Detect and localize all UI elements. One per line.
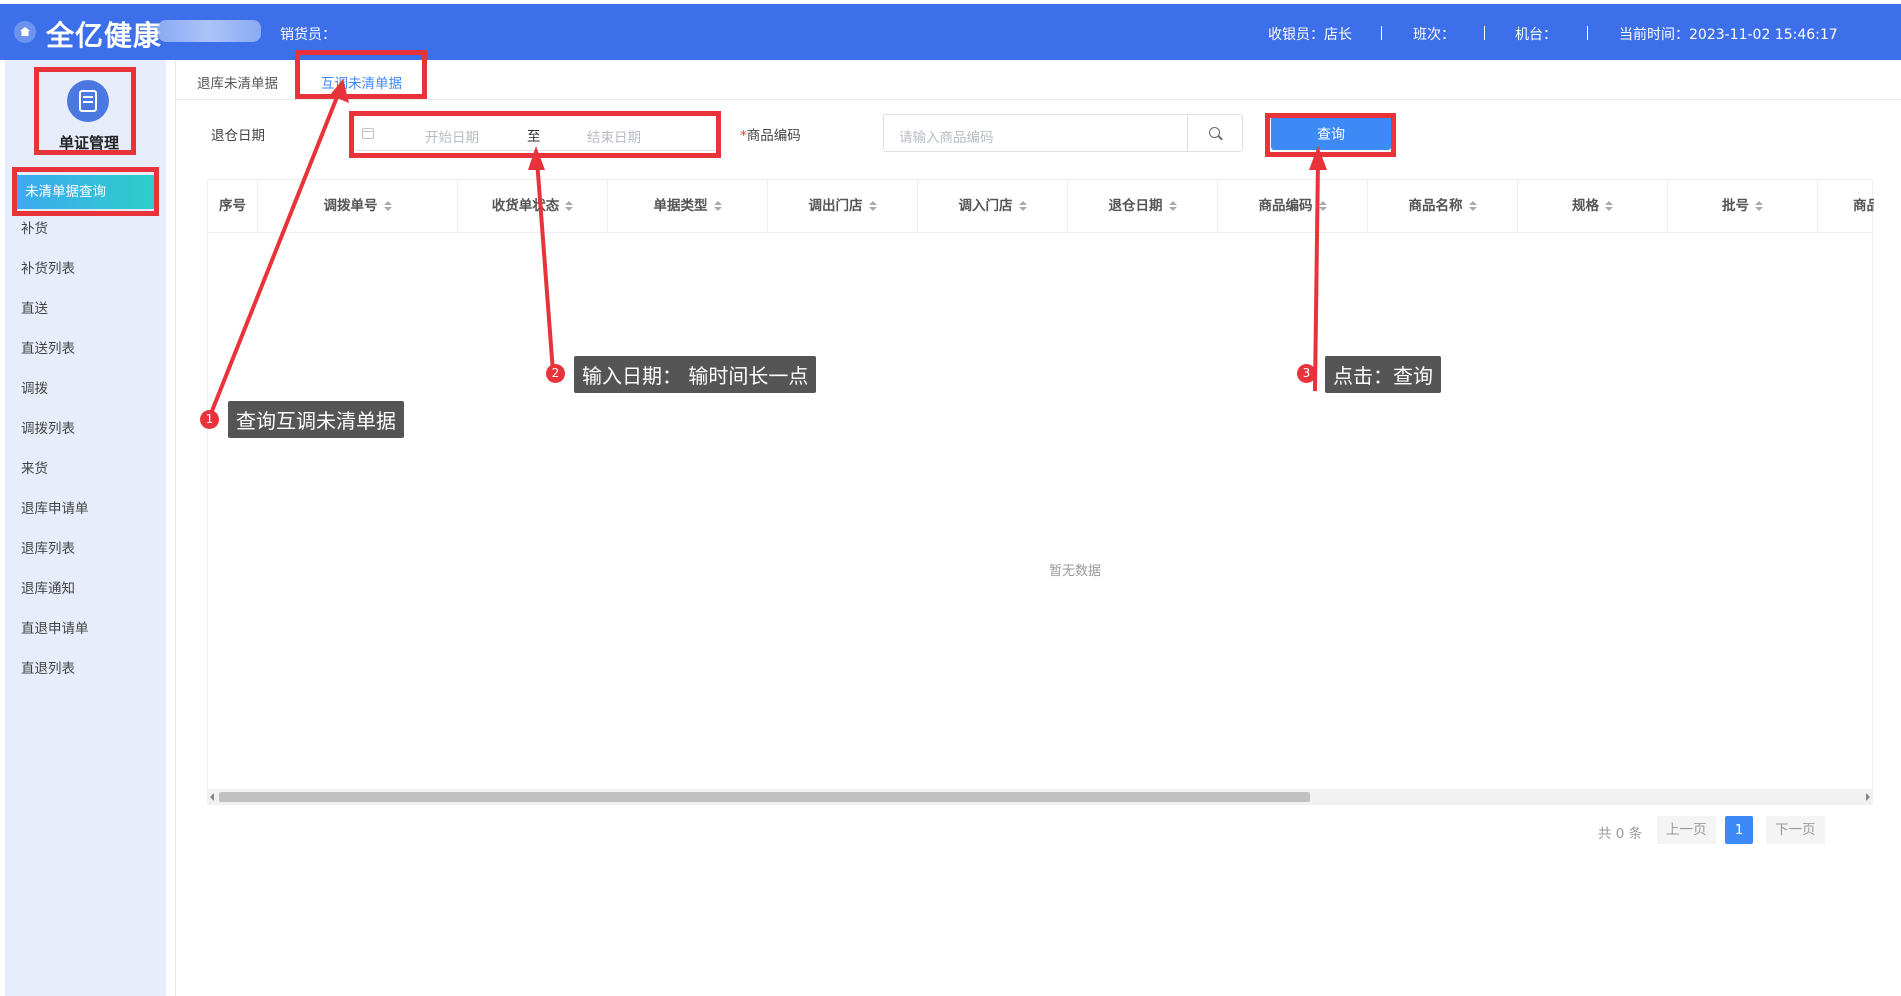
- sidebar-item-transfer[interactable]: 调拨: [5, 369, 166, 409]
- sidebar-item-return-list[interactable]: 退库列表: [5, 529, 166, 569]
- next-page-button[interactable]: 下一页: [1766, 816, 1825, 844]
- sidebar-item-incoming[interactable]: 来货: [5, 449, 166, 489]
- sort-icon[interactable]: [1168, 201, 1177, 211]
- terminal-label: 机台：: [1515, 27, 1557, 43]
- top-bar: 全亿健康 销货员： 收银员：店长 班次： 机台： 当前时间：2023-11-02…: [0, 4, 1901, 60]
- sort-icon[interactable]: [1605, 201, 1613, 211]
- scroll-thumb[interactable]: [219, 792, 1310, 802]
- sort-icon[interactable]: [713, 201, 722, 211]
- scroll-right-icon[interactable]: [1866, 793, 1870, 801]
- sort-icon[interactable]: [383, 201, 392, 211]
- sidebar-item-transfer-list[interactable]: 调拨列表: [5, 409, 166, 449]
- sidebar-menu: 未清单据查询 补货 补货列表 直送 直送列表 调拨 调拨列表 来货 退库申请单 …: [5, 172, 166, 689]
- column-header: 序号: [208, 180, 258, 232]
- step-callout: 查询互调未清单据: [228, 401, 404, 438]
- column-header[interactable]: 商品名称: [1368, 180, 1518, 232]
- divider: [1484, 26, 1485, 40]
- table-header: 序号 调拨单号 收货单状态 单据类型 调出门店 调入门店 退仓日期 商品编码 商…: [208, 180, 1874, 233]
- sidebar-item-direct-delivery-list[interactable]: 直送列表: [5, 329, 166, 369]
- horizontal-scrollbar[interactable]: [207, 789, 1873, 805]
- column-header[interactable]: 调入门店: [918, 180, 1068, 232]
- highlight-box: [349, 111, 721, 158]
- cashier-label: 收银员：店长: [1268, 27, 1352, 43]
- current-time: 当前时间：2023-11-02 15:46:17: [1619, 27, 1838, 43]
- step-badge: 2: [546, 364, 565, 383]
- salesperson-label: 销货员：: [280, 27, 336, 43]
- sort-icon[interactable]: [1018, 201, 1027, 211]
- scroll-left-icon[interactable]: [210, 793, 214, 801]
- empty-text: 暂无数据: [1048, 564, 1101, 579]
- column-header[interactable]: 调拨单号: [258, 180, 458, 232]
- blurred-store-name: [158, 20, 261, 42]
- sort-icon[interactable]: [1468, 201, 1477, 211]
- highlight-box: [295, 50, 427, 99]
- highlight-box: [12, 167, 159, 216]
- column-header[interactable]: 批号: [1668, 180, 1818, 232]
- product-code-label: *商品编码: [740, 124, 801, 144]
- step-badge: 3: [1297, 364, 1316, 383]
- column-header[interactable]: 商品编码: [1218, 180, 1368, 232]
- column-header[interactable]: 退仓日期: [1068, 180, 1218, 232]
- product-code-label-text: 商品编码: [746, 128, 801, 144]
- product-code-input[interactable]: 请输入商品编码: [883, 114, 1188, 152]
- column-header[interactable]: 商品: [1818, 180, 1874, 232]
- sidebar-item-replenish-list[interactable]: 补货列表: [5, 249, 166, 289]
- tab-return-unsettled[interactable]: 退库未清单据: [197, 72, 278, 92]
- home-icon[interactable]: [14, 21, 36, 43]
- step-callout: 点击：查询: [1325, 356, 1441, 393]
- product-code-placeholder: 请输入商品编码: [899, 130, 994, 146]
- sidebar-item-return-request[interactable]: 退库申请单: [5, 489, 166, 529]
- highlight-box: [1265, 113, 1396, 157]
- data-table: 序号 调拨单号 收货单状态 单据类型 调出门店 调入门店 退仓日期 商品编码 商…: [207, 179, 1874, 796]
- sort-icon[interactable]: [1318, 201, 1327, 211]
- page-number[interactable]: 1: [1725, 816, 1753, 844]
- sidebar-item-direct-delivery[interactable]: 直送: [5, 289, 166, 329]
- divider: [1381, 26, 1382, 40]
- sidebar-item-direct-return-request[interactable]: 直退申请单: [5, 609, 166, 649]
- step-callout: 输入日期： 输时间长一点: [574, 356, 817, 393]
- tab-bar: 退库未清单据 互调未清单据: [176, 60, 1901, 100]
- sort-icon[interactable]: [565, 201, 574, 211]
- required-mark: *: [740, 128, 747, 144]
- shift-label: 班次：: [1413, 27, 1455, 43]
- column-header[interactable]: 规格: [1518, 180, 1668, 232]
- sort-icon[interactable]: [1755, 201, 1763, 211]
- highlight-box: [34, 67, 136, 155]
- column-header[interactable]: 调出门店: [768, 180, 918, 232]
- step-badge: 1: [200, 410, 219, 429]
- prev-page-button[interactable]: 上一页: [1657, 816, 1716, 844]
- return-date-label: 退仓日期: [211, 128, 265, 144]
- column-header[interactable]: 单据类型: [608, 180, 768, 232]
- divider: [1587, 26, 1588, 40]
- sidebar-item-direct-return-list[interactable]: 直退列表: [5, 649, 166, 689]
- sidebar-item-return-notice[interactable]: 退库通知: [5, 569, 166, 609]
- search-button[interactable]: [1188, 114, 1243, 152]
- sort-icon[interactable]: [868, 201, 877, 211]
- total-count: 共 0 条: [1598, 826, 1643, 842]
- search-icon: [1209, 127, 1220, 138]
- app-logo: 全亿健康: [46, 19, 163, 52]
- main-content: 退库未清单据 互调未清单据 退仓日期 开始日期 至 结束日期 *商品编码 请输入…: [175, 60, 1901, 996]
- column-header[interactable]: 收货单状态: [458, 180, 608, 232]
